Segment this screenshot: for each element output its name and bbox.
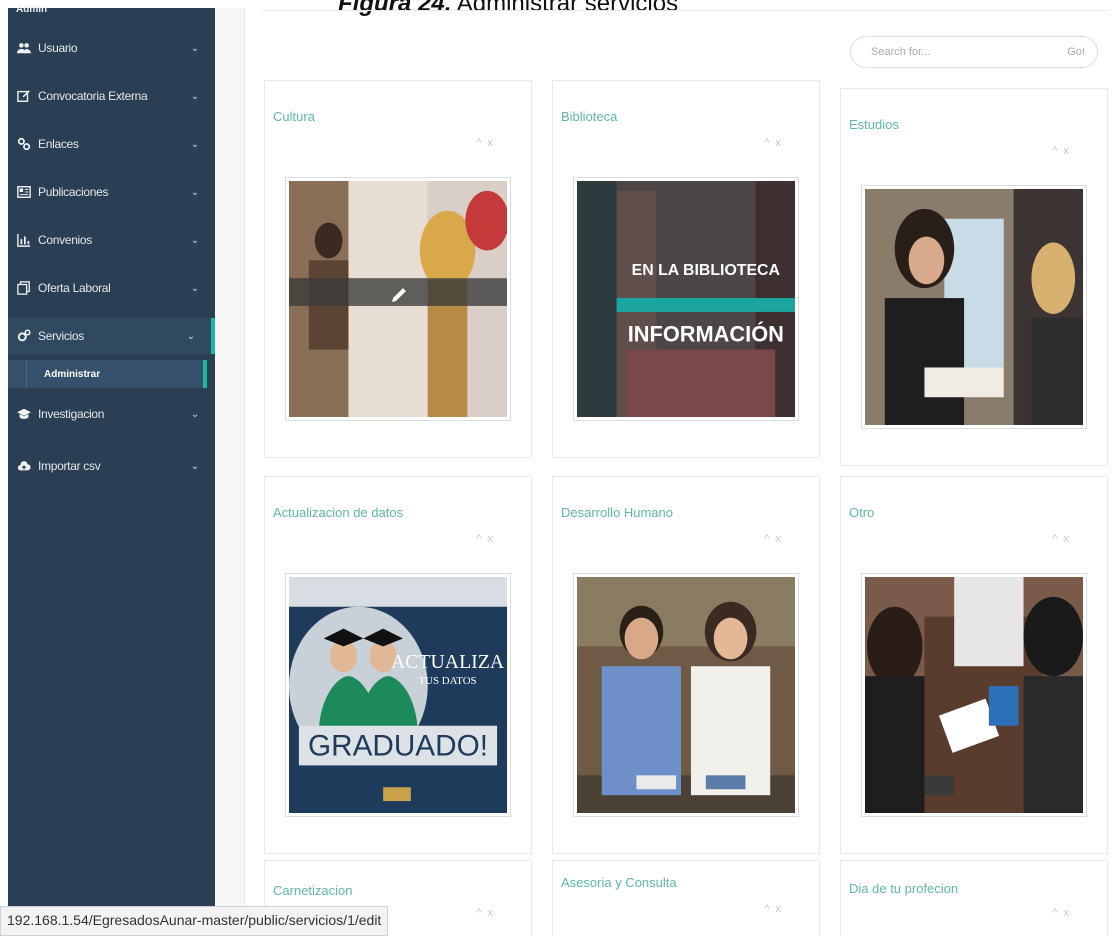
sidebar-item-servicios[interactable]: Servicios ⌄: [8, 318, 215, 354]
close-icon[interactable]: x: [1064, 145, 1070, 157]
search-box: Go!: [850, 36, 1098, 68]
close-icon[interactable]: x: [1064, 907, 1070, 919]
card-title: Actualizacion de datos: [273, 505, 404, 520]
sidebar-item-enlaces[interactable]: Enlaces ⌄: [8, 126, 215, 162]
copy-icon: [16, 280, 32, 296]
graduation-cap-icon: [16, 406, 32, 422]
card-tools: ^ x: [476, 907, 493, 919]
collapse-icon[interactable]: ^: [476, 137, 481, 149]
sidebar-item-publicaciones[interactable]: Publicaciones ⌄: [8, 174, 215, 210]
card-image[interactable]: [861, 573, 1087, 817]
search-input[interactable]: [871, 46, 1068, 58]
card-tools: ^ x: [476, 137, 493, 149]
card-tools: ^ x: [1052, 145, 1069, 157]
users-icon: [16, 40, 32, 56]
sidebar-item-oferta-laboral[interactable]: Oferta Laboral ⌄: [8, 270, 215, 306]
close-icon[interactable]: x: [776, 903, 782, 915]
chevron-down-icon: ⌄: [186, 330, 196, 342]
card-tools: ^ x: [764, 903, 781, 915]
close-icon[interactable]: x: [488, 533, 494, 545]
svg-text:TUS DATOS: TUS DATOS: [418, 675, 476, 687]
card-title: Carnetizacion: [273, 883, 353, 898]
newspaper-icon: [16, 184, 32, 200]
browser-status-bar: 192.168.1.54/EgresadosAunar-master/publi…: [0, 906, 389, 936]
card-image[interactable]: ACTUALIZA TUS DATOS GRADUADO!: [285, 573, 511, 817]
close-icon[interactable]: x: [488, 137, 494, 149]
chevron-down-icon: ⌄: [190, 138, 200, 150]
service-card-actualizacion: Actualizacion de datos ^ x ACTUALIZA TUS …: [264, 476, 532, 854]
service-card-biblioteca: Biblioteca ^ x EN LA BIBLIOTECA INFORMACI…: [552, 80, 820, 458]
svg-text:ACTUALIZA: ACTUALIZA: [391, 651, 505, 673]
card-title: Otro: [849, 505, 875, 520]
cloud-upload-icon: [16, 458, 32, 474]
go-button[interactable]: Go!: [1067, 46, 1085, 58]
external-edit-icon: [16, 88, 32, 104]
card-tools: ^ x: [1052, 907, 1069, 919]
cogs-icon: [16, 328, 32, 344]
card-tools: ^ x: [764, 533, 781, 545]
card-title: Dia de tu profecion: [849, 881, 959, 896]
service-card-cultura: Cultura ^ x: [264, 80, 532, 458]
collapse-icon[interactable]: ^: [764, 137, 769, 149]
content-gutter: [215, 8, 245, 936]
link-icon: [16, 136, 32, 152]
service-card-asesoria: Asesoria y Consulta ^ x: [552, 860, 820, 936]
bar-chart-icon: [16, 232, 32, 248]
figure-caption: Figura 24. Administrar servicios: [338, 0, 679, 17]
collapse-icon[interactable]: ^: [1052, 145, 1057, 157]
chevron-down-icon: ⌄: [190, 186, 200, 198]
svg-text:EN LA BIBLIOTECA: EN LA BIBLIOTECA: [632, 262, 781, 279]
collapse-icon[interactable]: ^: [764, 903, 769, 915]
close-icon[interactable]: x: [488, 907, 494, 919]
card-title: Desarrollo Humano: [561, 505, 673, 520]
svg-text:GRADUADO!: GRADUADO!: [308, 729, 488, 762]
close-icon[interactable]: x: [776, 137, 782, 149]
divider: [262, 10, 1108, 11]
card-tools: ^ x: [476, 533, 493, 545]
service-card-estudios: Estudios ^ x: [840, 88, 1108, 466]
sidebar-brand: Admin: [16, 4, 48, 15]
card-image[interactable]: [573, 573, 799, 817]
sidebar-item-investigacion[interactable]: Investigacion ⌄: [8, 396, 215, 432]
card-title: Asesoria y Consulta: [561, 875, 677, 890]
card-image[interactable]: EN LA BIBLIOTECA INFORMACIÓN: [573, 177, 799, 421]
card-tools: ^ x: [1052, 533, 1069, 545]
card-title: Biblioteca: [561, 109, 618, 124]
sidebar-subitem-administrar[interactable]: Administrar: [8, 360, 207, 388]
chevron-down-icon: ⌄: [190, 408, 200, 420]
card-title: Cultura: [273, 109, 315, 124]
svg-text:INFORMACIÓN: INFORMACIÓN: [628, 322, 784, 347]
service-card-dia-profecion: Dia de tu profecion ^ x: [840, 860, 1108, 936]
sidebar-item-convenios[interactable]: Convenios ⌄: [8, 222, 215, 258]
chevron-down-icon: ⌄: [190, 460, 200, 472]
card-image[interactable]: [285, 177, 511, 421]
close-icon[interactable]: x: [776, 533, 782, 545]
card-tools: ^ x: [764, 137, 781, 149]
collapse-icon[interactable]: ^: [764, 533, 769, 545]
chevron-down-icon: ⌄: [190, 234, 200, 246]
chevron-down-icon: ⌄: [190, 42, 200, 54]
collapse-icon[interactable]: ^: [1052, 907, 1057, 919]
card-image[interactable]: [861, 185, 1087, 429]
sidebar-item-usuario[interactable]: Usuario ⌄: [8, 30, 215, 66]
collapse-icon[interactable]: ^: [476, 533, 481, 545]
service-card-otro: Otro ^ x: [840, 476, 1108, 854]
page: Figura 24. Administrar servicios Admin U…: [0, 0, 1116, 936]
service-card-desarrollo-humano: Desarrollo Humano ^ x: [552, 476, 820, 854]
sidebar-item-importar-csv[interactable]: Importar csv ⌄: [8, 448, 215, 484]
collapse-icon[interactable]: ^: [1052, 533, 1057, 545]
card-title: Estudios: [849, 117, 899, 132]
close-icon[interactable]: x: [1064, 533, 1070, 545]
sidebar-item-convocatoria[interactable]: Convocatoria Externa ⌄: [8, 78, 215, 114]
collapse-icon[interactable]: ^: [476, 907, 481, 919]
chevron-down-icon: ⌄: [190, 90, 200, 102]
chevron-down-icon: ⌄: [190, 282, 200, 294]
